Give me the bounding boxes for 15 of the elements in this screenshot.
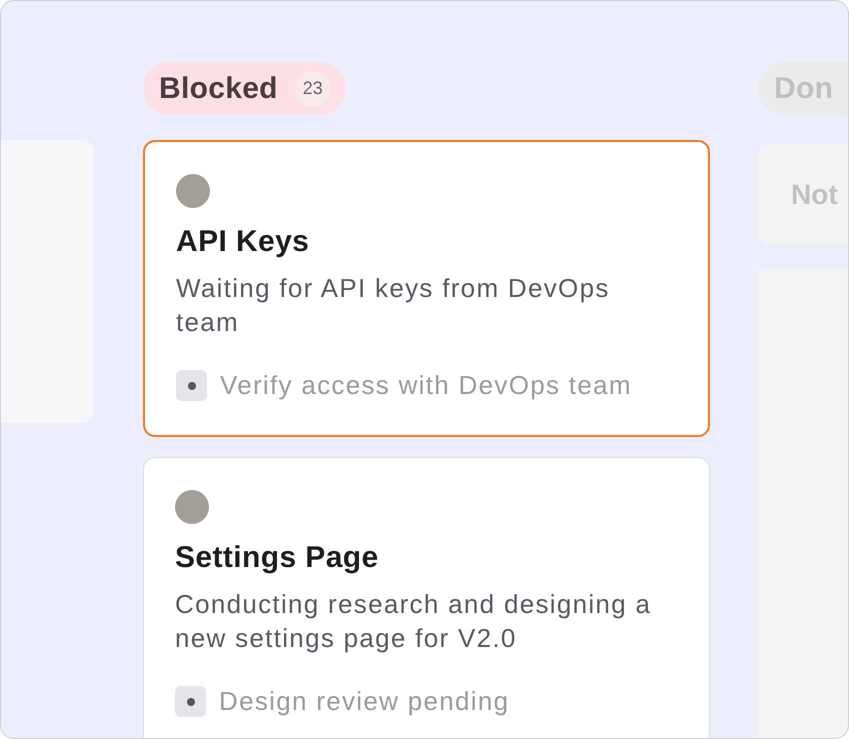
column-header[interactable]: Blocked 23 xyxy=(143,62,346,115)
count-badge: 23 xyxy=(294,70,331,106)
avatar xyxy=(175,490,209,524)
subtask-text: Design review pending xyxy=(219,686,510,717)
bullet-icon xyxy=(176,370,207,401)
card-description: Conducting research and designing a new settings page for V2.0 xyxy=(175,588,652,655)
card-title: API Keys xyxy=(176,225,310,259)
bullet-icon xyxy=(175,686,206,717)
task-card[interactable]: Settings Page Conducting research and designing a new settings page for V2.0 Design review pending xyxy=(143,457,710,738)
column-title: Blocked xyxy=(159,72,278,106)
subtask-text: Verify access with DevOps team xyxy=(220,370,632,401)
card-title: Settings Page xyxy=(175,541,380,575)
avatar xyxy=(176,174,210,208)
task-card[interactable]: API Keys Waiting for API keys from DevOps team Verify access with DevOps team xyxy=(143,140,710,437)
card-description: Waiting for API keys from DevOps team xyxy=(176,272,611,339)
